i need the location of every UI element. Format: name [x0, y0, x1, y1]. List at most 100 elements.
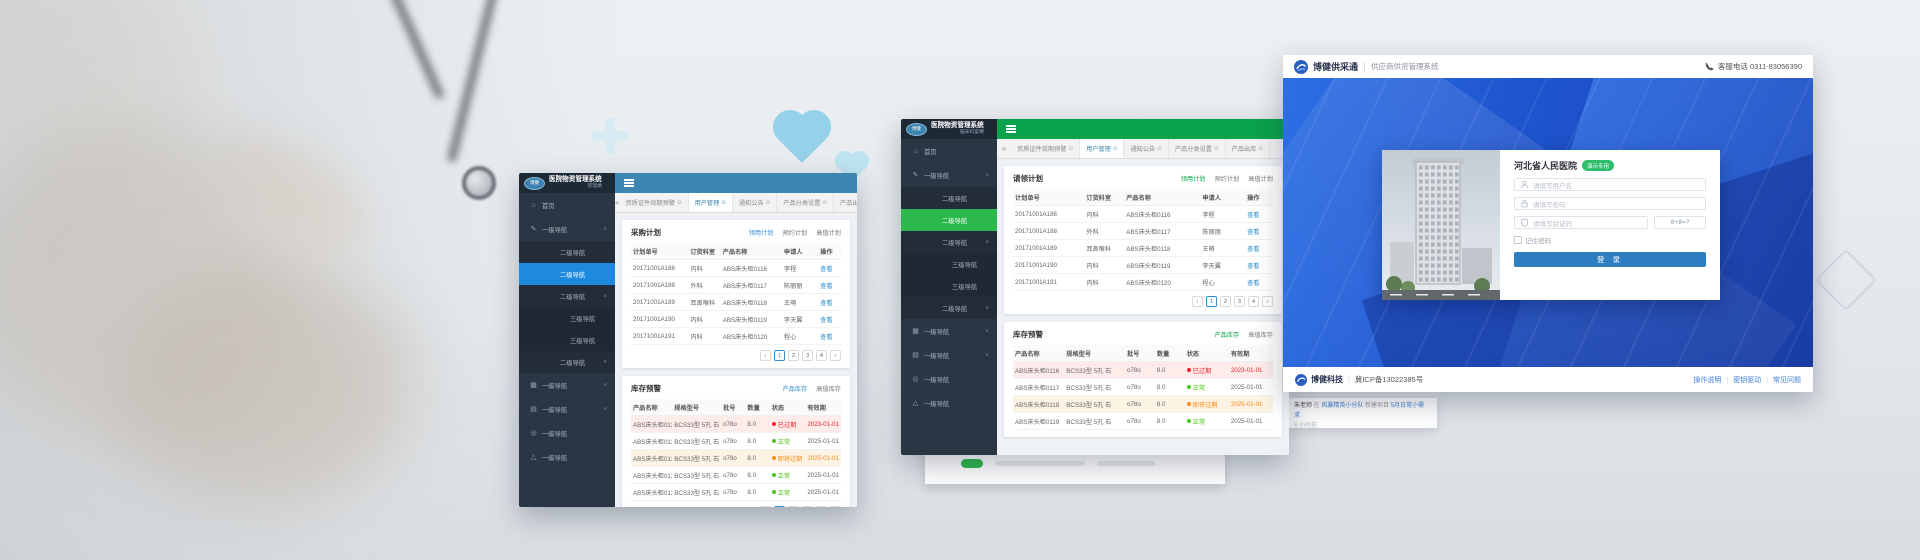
footer-link[interactable]: 常见问题: [1761, 375, 1801, 385]
sidebar-item[interactable]: 二级导航: [519, 241, 615, 263]
footer-link[interactable]: 密钥驱动: [1721, 375, 1761, 385]
sidebar-item[interactable]: ✎ 一级导航 ∧: [519, 217, 615, 241]
sidebar-item[interactable]: 二级导航 ∨: [519, 351, 615, 373]
view-link[interactable]: 查看: [820, 317, 832, 324]
sidebar-item[interactable]: 三级导航: [519, 307, 615, 329]
sidebar-item[interactable]: 二级导航 ∧: [901, 231, 997, 253]
sidebar-item[interactable]: ▤ 一级导航 ∨: [519, 397, 615, 421]
tab-refresh-icon[interactable]: ⊙: [1113, 146, 1118, 152]
card-link[interactable]: 产品库存: [1215, 330, 1240, 339]
page-button[interactable]: 2: [788, 350, 799, 361]
tab[interactable]: 产品分类设置 ⊙: [1169, 139, 1226, 158]
card-link[interactable]: 产品库存: [783, 384, 808, 393]
card-link[interactable]: 高值计划: [1248, 174, 1273, 183]
tab[interactable]: 用户管理 ⊙: [689, 193, 733, 212]
page-button[interactable]: 1: [774, 506, 785, 507]
tab-refresh-icon[interactable]: ⊙: [677, 200, 682, 206]
remember-checkbox[interactable]: [1514, 236, 1522, 244]
collapse-tabs-icon[interactable]: «: [997, 139, 1011, 158]
card-link[interactable]: 预约计划: [783, 228, 808, 237]
password-input[interactable]: 请填写密码: [1514, 197, 1706, 210]
chevron-icon: ∨: [985, 305, 989, 311]
sidebar-item[interactable]: ▦ 一级导航 ∨: [519, 373, 615, 397]
tab[interactable]: 通知公告 ⊙: [733, 193, 777, 212]
page-button[interactable]: ‹: [760, 350, 771, 361]
view-link[interactable]: 查看: [1247, 229, 1259, 236]
captcha-input[interactable]: 请填写验证码: [1514, 216, 1648, 229]
page-button[interactable]: ›: [1262, 296, 1273, 307]
view-link[interactable]: 查看: [1247, 263, 1259, 270]
sidebar-item-icon: ◎: [529, 429, 538, 437]
tab-refresh-icon[interactable]: ⊙: [721, 200, 726, 206]
sidebar-item[interactable]: ⌂ 首页: [519, 193, 615, 217]
sidebar-item[interactable]: 三级导航: [901, 253, 997, 275]
tab[interactable]: 产品分类设置 ⊙: [777, 193, 834, 212]
sidebar-item[interactable]: ◎ 一级导航: [519, 421, 615, 445]
batch-cell: o78o: [721, 467, 745, 484]
tab-refresh-icon[interactable]: ⊙: [1069, 146, 1074, 152]
page-button[interactable]: 1: [774, 350, 785, 361]
page-button[interactable]: ‹: [1192, 296, 1203, 307]
tab[interactable]: 用户管理 ⊙: [1080, 139, 1124, 158]
page-button[interactable]: 3: [802, 506, 813, 507]
sidebar-item[interactable]: 二级导航 ∧: [519, 285, 615, 307]
sidebar-item[interactable]: 三级导航: [519, 329, 615, 351]
sidebar-item[interactable]: ▤ 一级导航 ∨: [901, 343, 997, 367]
sidebar-item[interactable]: ▦ 一级导航 ∨: [901, 319, 997, 343]
sidebar-item[interactable]: 二级导航: [901, 209, 997, 231]
card-link[interactable]: 高值计划: [816, 228, 841, 237]
page-button[interactable]: 3: [1234, 296, 1245, 307]
card-link[interactable]: 领用计划: [749, 228, 774, 237]
page-button[interactable]: ›: [830, 350, 841, 361]
sidebar-item[interactable]: 三级导航: [901, 275, 997, 297]
tab[interactable]: 产品出库 ⊙: [834, 193, 857, 212]
page-button[interactable]: ›: [830, 506, 841, 507]
page-button[interactable]: 4: [816, 350, 827, 361]
page-button[interactable]: 2: [1220, 296, 1231, 307]
tab-refresh-icon[interactable]: ⊙: [1258, 146, 1263, 152]
page-button[interactable]: 3: [802, 350, 813, 361]
page-button[interactable]: 4: [1248, 296, 1259, 307]
card-link[interactable]: 预约计划: [1215, 174, 1240, 183]
view-link[interactable]: 查看: [820, 334, 832, 341]
tab[interactable]: 资质证件效期预警 ⊙: [619, 193, 688, 212]
menu-toggle-icon[interactable]: [1006, 128, 1016, 130]
sidebar-item[interactable]: 二级导航 ∨: [901, 297, 997, 319]
view-link[interactable]: 查看: [820, 283, 832, 290]
tab[interactable]: 资质证件效期预警 ⊙: [1011, 139, 1080, 158]
tab[interactable]: 通知公告 ⊙: [1124, 139, 1168, 158]
view-link[interactable]: 查看: [820, 266, 832, 273]
view-link[interactable]: 查看: [1247, 280, 1259, 287]
tab[interactable]: 产品出库 ⊙: [1226, 139, 1270, 158]
captcha-question[interactable]: 6+8=?: [1654, 216, 1706, 229]
view-link[interactable]: 查看: [820, 300, 832, 307]
sidebar-item[interactable]: ⌂ 首页: [901, 139, 997, 163]
qty-cell: 8.0: [1155, 413, 1185, 430]
page-button[interactable]: ‹: [760, 506, 771, 507]
card-link[interactable]: 高值库存: [1248, 330, 1273, 339]
username-input[interactable]: 请填写用户名: [1514, 178, 1706, 191]
sidebar-item-icon: ✎: [529, 225, 538, 233]
sidebar-item[interactable]: 二级导航: [901, 187, 997, 209]
clinical-window: 博健 医院物资管理系统 临床科室端 ⌂ 首页 ✎ 一级导航 ∧: [901, 119, 1289, 455]
footer-link[interactable]: 操作说明: [1693, 375, 1721, 385]
notification-card-fragment: 朱老师 在 风暴精英小分队 新建项目 5月日常小需求 5 小时前: [1287, 398, 1437, 428]
tab-refresh-icon[interactable]: ⊙: [766, 200, 771, 206]
sidebar-item[interactable]: ✎ 一级导航 ∧: [901, 163, 997, 187]
sidebar-item[interactable]: ◎ 一级导航: [901, 367, 997, 391]
sidebar-item[interactable]: △ 一级导航: [901, 391, 997, 415]
view-link[interactable]: 查看: [1247, 246, 1259, 253]
tab-refresh-icon[interactable]: ⊙: [1157, 146, 1162, 152]
page-button[interactable]: 1: [1206, 296, 1217, 307]
card-link[interactable]: 领用计划: [1181, 174, 1206, 183]
view-link[interactable]: 查看: [1247, 212, 1259, 219]
card-link[interactable]: 高值库存: [816, 384, 841, 393]
sidebar-item[interactable]: 二级导航: [519, 263, 615, 285]
login-button[interactable]: 登 录: [1514, 252, 1706, 267]
page-button[interactable]: 2: [788, 506, 799, 507]
tab-refresh-icon[interactable]: ⊙: [822, 200, 827, 206]
page-button[interactable]: 4: [816, 506, 827, 507]
sidebar-item[interactable]: △ 一级导航: [519, 445, 615, 469]
menu-toggle-icon[interactable]: [624, 182, 634, 184]
tab-refresh-icon[interactable]: ⊙: [1214, 146, 1219, 152]
